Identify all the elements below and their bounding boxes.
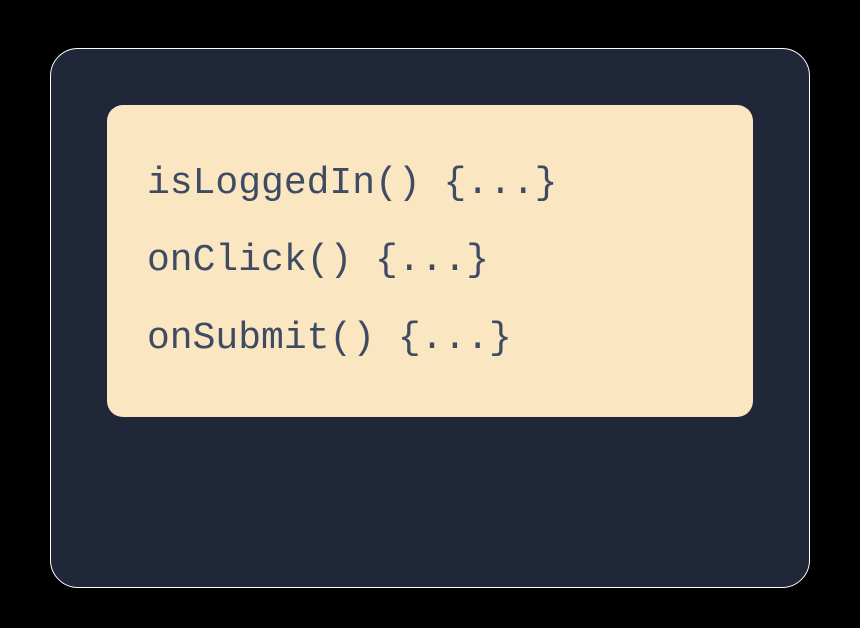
code-line: onSubmit() {...} xyxy=(147,300,713,377)
code-line: onClick() {...} xyxy=(147,222,713,299)
code-block: isLoggedIn() {...} onClick() {...} onSub… xyxy=(107,105,753,417)
code-panel: isLoggedIn() {...} onClick() {...} onSub… xyxy=(50,48,810,588)
code-line: isLoggedIn() {...} xyxy=(147,145,713,222)
